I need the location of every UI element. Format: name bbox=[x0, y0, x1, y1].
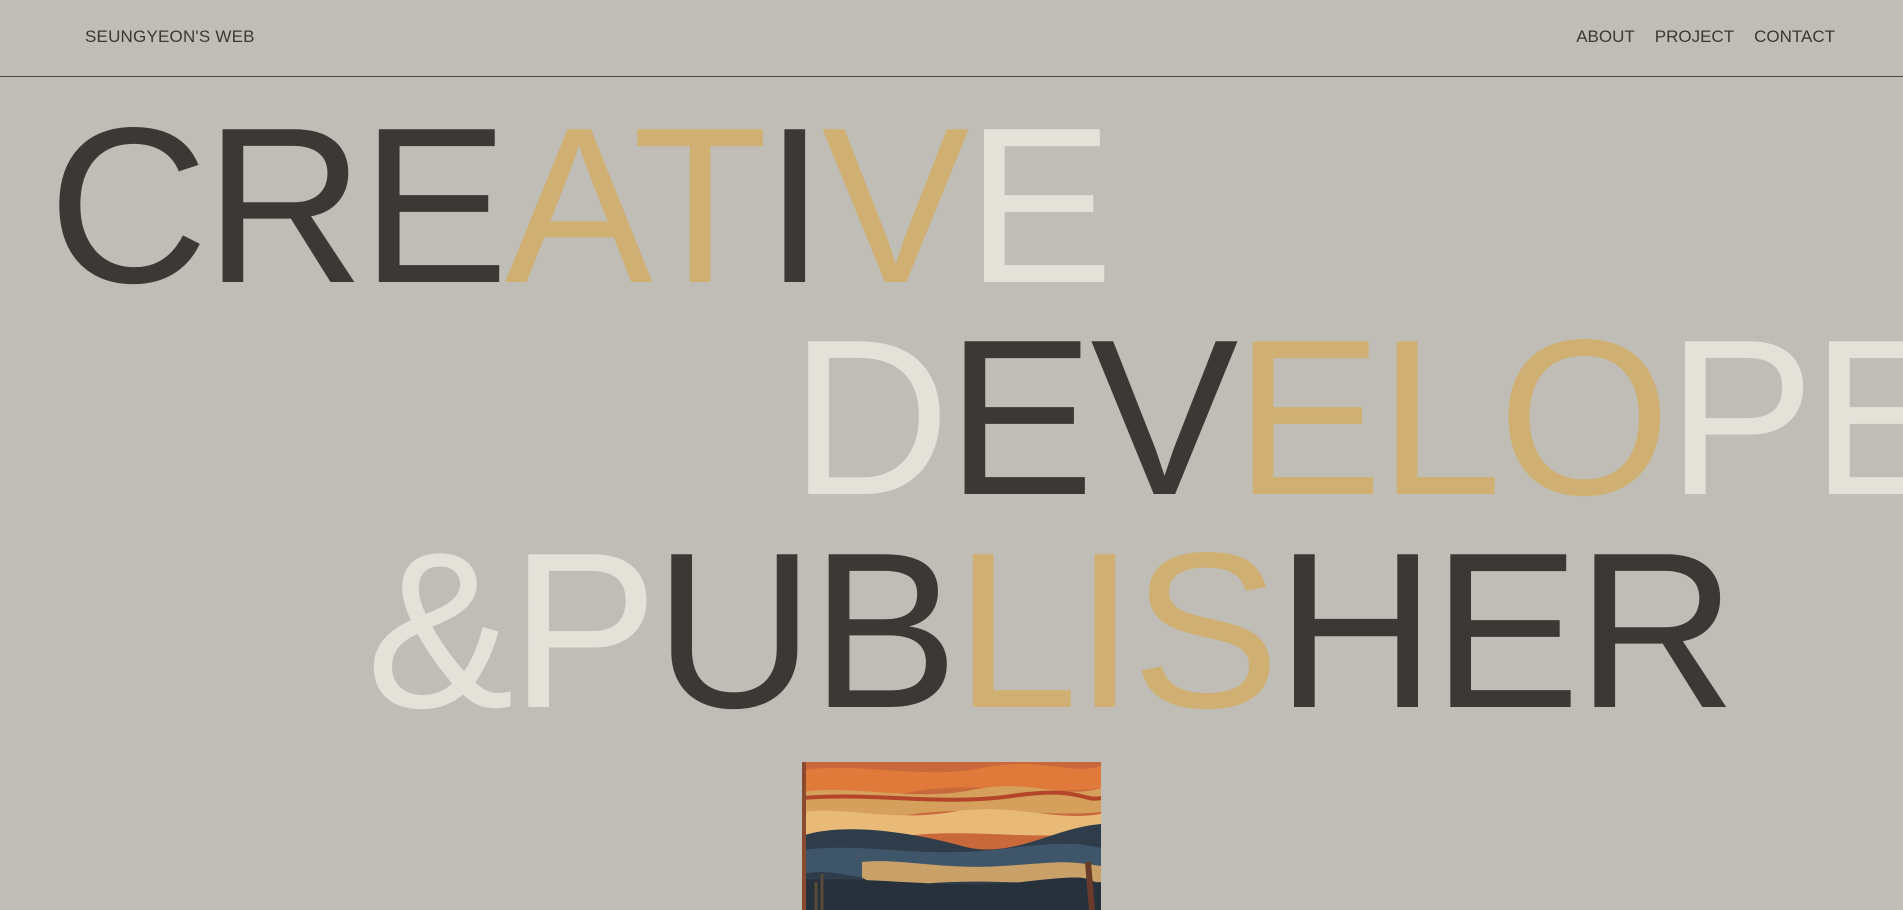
nav-about[interactable]: ABOUT bbox=[1576, 27, 1635, 47]
hero-segment: PER bbox=[1666, 294, 1903, 542]
main-nav: ABOUT PROJECT CONTACT bbox=[1576, 27, 1835, 47]
hero-segment: EV bbox=[946, 294, 1238, 542]
hero-segment: V bbox=[821, 82, 970, 330]
hero-segment: LIS bbox=[954, 507, 1280, 755]
hero-segment: I bbox=[763, 82, 826, 330]
hero-segment: D bbox=[790, 294, 950, 542]
hero-segment: E bbox=[965, 82, 1114, 330]
hero-segment: &P bbox=[366, 507, 658, 755]
nav-contact[interactable]: CONTACT bbox=[1754, 27, 1835, 47]
hero-segment: HER bbox=[1275, 507, 1737, 755]
site-header: SEUNGYEON'S WEB ABOUT PROJECT CONTACT bbox=[0, 0, 1903, 77]
hero-segment: CRE bbox=[48, 82, 509, 330]
hero-line-publisher: &PUBLISHER bbox=[366, 520, 1736, 742]
page: SEUNGYEON'S WEB ABOUT PROJECT CONTACT CR… bbox=[0, 0, 1903, 910]
hero-line-developer: DEVELOPER bbox=[790, 307, 1903, 529]
hero-segment: UB bbox=[654, 507, 958, 755]
hero-line-creative: CREATIVE bbox=[48, 95, 1114, 317]
hero-segment: AT bbox=[504, 82, 768, 330]
site-logo[interactable]: SEUNGYEON'S WEB bbox=[85, 27, 255, 47]
the-scream-painting bbox=[802, 762, 1101, 910]
hero-segment: ELO bbox=[1234, 294, 1670, 542]
nav-project[interactable]: PROJECT bbox=[1655, 27, 1734, 47]
